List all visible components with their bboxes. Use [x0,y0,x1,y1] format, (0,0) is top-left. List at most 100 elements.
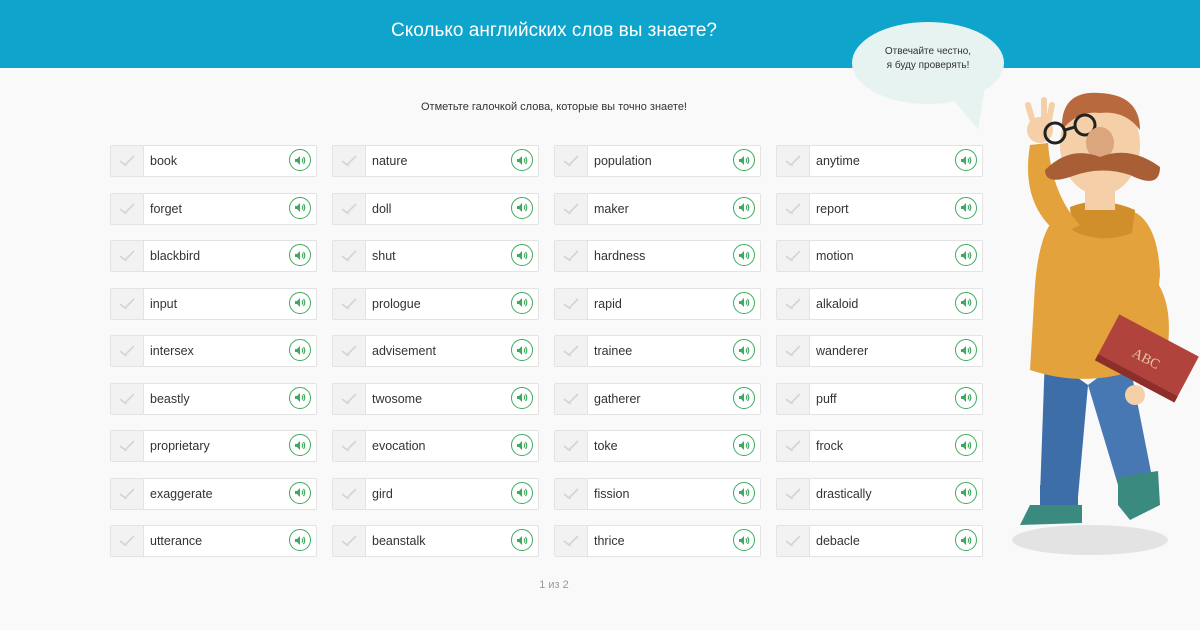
checkmark-icon[interactable] [333,146,366,176]
word-card[interactable]: prologue [332,287,539,320]
checkmark-icon[interactable] [777,241,810,271]
word-card[interactable]: thrice [554,525,761,557]
speaker-icon[interactable] [511,196,533,219]
checkmark-icon[interactable] [555,478,588,509]
checkmark-icon[interactable] [333,288,366,319]
checkmark-icon[interactable] [777,526,810,556]
word-card[interactable]: advisement [332,335,539,367]
speaker-icon[interactable] [289,481,311,504]
word-card[interactable]: wanderer [776,335,983,367]
word-card[interactable]: shut [332,240,539,272]
speaker-icon[interactable] [955,529,977,551]
checkmark-icon[interactable] [333,193,366,224]
speaker-icon[interactable] [289,291,311,314]
checkmark-icon[interactable] [111,383,144,414]
word-card[interactable]: alkaloid [776,287,983,320]
word-card[interactable]: anytime [776,145,983,177]
word-card[interactable]: exaggerate [110,477,317,510]
checkmark-icon[interactable] [333,431,366,461]
checkmark-icon[interactable] [777,336,810,366]
speaker-icon[interactable] [289,529,311,551]
speaker-icon[interactable] [733,386,755,409]
word-card[interactable]: motion [776,240,983,272]
checkmark-icon[interactable] [111,241,144,271]
checkmark-icon[interactable] [777,193,810,224]
checkmark-icon[interactable] [555,383,588,414]
checkmark-icon[interactable] [777,146,810,176]
checkmark-icon[interactable] [333,241,366,271]
word-card[interactable]: gatherer [554,382,761,415]
speaker-icon[interactable] [289,339,311,361]
speaker-icon[interactable] [955,434,977,456]
word-card[interactable]: intersex [110,335,317,367]
word-card[interactable]: toke [554,430,761,462]
checkmark-icon[interactable] [111,146,144,176]
checkmark-icon[interactable] [555,241,588,271]
speaker-icon[interactable] [511,149,533,171]
word-card[interactable]: beastly [110,382,317,415]
speaker-icon[interactable] [733,339,755,361]
speaker-icon[interactable] [511,386,533,409]
speaker-icon[interactable] [733,291,755,314]
word-card[interactable]: report [776,192,983,225]
word-card[interactable]: evocation [332,430,539,462]
word-card[interactable]: population [554,145,761,177]
checkmark-icon[interactable] [777,383,810,414]
checkmark-icon[interactable] [111,288,144,319]
speaker-icon[interactable] [955,149,977,171]
speaker-icon[interactable] [289,196,311,219]
word-card[interactable]: puff [776,382,983,415]
speaker-icon[interactable] [955,481,977,504]
speaker-icon[interactable] [289,149,311,171]
checkmark-icon[interactable] [777,431,810,461]
speaker-icon[interactable] [511,481,533,504]
word-card[interactable]: input [110,287,317,320]
word-card[interactable]: utterance [110,525,317,557]
checkmark-icon[interactable] [555,526,588,556]
word-card[interactable]: doll [332,192,539,225]
word-card[interactable]: book [110,145,317,177]
checkmark-icon[interactable] [333,526,366,556]
word-card[interactable]: fission [554,477,761,510]
checkmark-icon[interactable] [333,383,366,414]
checkmark-icon[interactable] [333,478,366,509]
speaker-icon[interactable] [733,434,755,456]
speaker-icon[interactable] [511,244,533,266]
word-card[interactable]: hardness [554,240,761,272]
word-card[interactable]: drastically [776,477,983,510]
word-card[interactable]: nature [332,145,539,177]
word-card[interactable]: beanstalk [332,525,539,557]
checkmark-icon[interactable] [777,478,810,509]
word-card[interactable]: rapid [554,287,761,320]
checkmark-icon[interactable] [111,478,144,509]
speaker-icon[interactable] [733,529,755,551]
word-card[interactable]: twosome [332,382,539,415]
word-card[interactable]: frock [776,430,983,462]
word-card[interactable]: forget [110,192,317,225]
speaker-icon[interactable] [289,244,311,266]
speaker-icon[interactable] [733,149,755,171]
checkmark-icon[interactable] [333,336,366,366]
word-card[interactable]: blackbird [110,240,317,272]
word-card[interactable]: proprietary [110,430,317,462]
word-card[interactable]: gird [332,477,539,510]
word-card[interactable]: debacle [776,525,983,557]
speaker-icon[interactable] [289,386,311,409]
checkmark-icon[interactable] [777,288,810,319]
speaker-icon[interactable] [733,481,755,504]
checkmark-icon[interactable] [555,193,588,224]
word-card[interactable]: maker [554,192,761,225]
checkmark-icon[interactable] [111,431,144,461]
speaker-icon[interactable] [955,291,977,314]
speaker-icon[interactable] [511,291,533,314]
speaker-icon[interactable] [733,244,755,266]
speaker-icon[interactable] [289,434,311,456]
speaker-icon[interactable] [511,434,533,456]
checkmark-icon[interactable] [555,431,588,461]
speaker-icon[interactable] [955,339,977,361]
checkmark-icon[interactable] [555,336,588,366]
checkmark-icon[interactable] [111,336,144,366]
speaker-icon[interactable] [511,529,533,551]
speaker-icon[interactable] [511,339,533,361]
checkmark-icon[interactable] [111,193,144,224]
